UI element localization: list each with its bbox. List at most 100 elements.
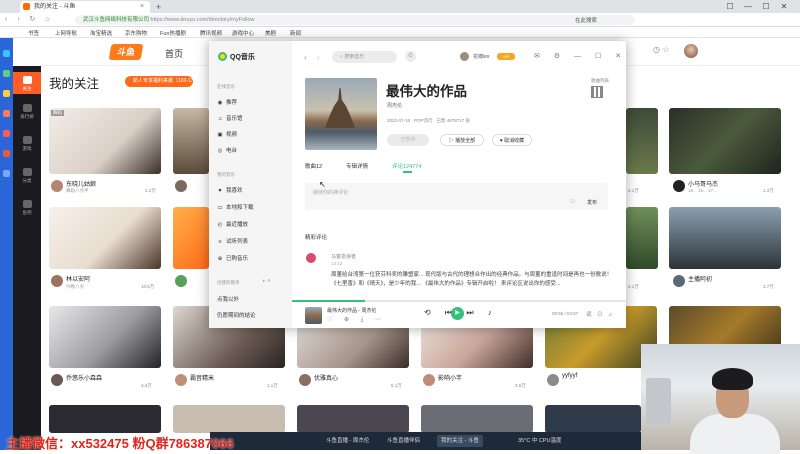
app-side-strip [0,38,13,450]
mouse-cursor-icon: ↖ [319,180,326,189]
url-field[interactable]: 武汉斗鱼网络科技有限公司 https://www.douyu.com/direc… [75,15,635,25]
app-shortcut-icon[interactable] [3,50,10,57]
sidebar-item-ranking[interactable]: 排行榜 [13,104,41,120]
qqmusic-search-input[interactable]: ⌕ 搜索音乐 [332,51,397,63]
app-shortcut-icon[interactable] [3,110,10,117]
bookmark-item[interactable]: 腾讯视频 [200,29,222,37]
sidebar-item-fishbar[interactable]: 鱼吧 [13,200,41,216]
sidebar-item-follow[interactable]: 关注 [13,72,41,94]
sidebar-item-local[interactable]: ▭ 本地和下载 [217,203,253,211]
tab-comments[interactable]: 评论124774 [392,162,421,170]
maximize-button[interactable]: ☐ [758,0,774,13]
taskbar-item[interactable]: 我的关注 - 斗鱼 [437,435,483,447]
now-playing-title[interactable]: 最伟大的作品 - 周杰伦 [327,307,376,314]
douyu-logo[interactable]: 斗鱼 [108,44,144,60]
stream-card[interactable]: 2.1万 [626,108,658,198]
stream-card[interactable] [545,405,641,433]
stream-card[interactable] [49,405,161,433]
stream-card[interactable] [173,207,209,297]
play-pause-button[interactable]: ▶ [451,307,464,320]
playlist-item[interactable]: 点我以外 [217,295,239,303]
album-singer[interactable]: 周杰伦 [387,102,402,109]
promo-banner[interactable]: 新人专享福利来袭（100-1） [125,76,196,87]
qq-window-controls[interactable]: ✉ ⚙ — ☐ ✕ [534,52,627,60]
sidebar-item-recent[interactable]: ◴ 最近播放 [217,220,248,228]
commenter-name[interactable]: 马客逐浪者 [331,253,356,260]
commenter-avatar[interactable] [306,253,316,263]
unfavorite-button[interactable]: ♥ 取消收藏 [492,134,532,146]
sidebar-item-radio[interactable]: ◎ 电台 [217,146,237,154]
sidebar-item-games[interactable]: 游戏 [13,136,41,152]
comment-input[interactable] [305,183,608,210]
sidebar-item-label: 分类 [22,178,32,183]
emoji-icon[interactable]: ☺ [569,198,576,205]
browser-tab[interactable]: 我的关注 - 斗鱼 [20,1,150,13]
sidebar-item-category[interactable]: 分类 [13,168,41,184]
stream-card[interactable] [173,108,209,198]
app-shortcut-icon[interactable] [3,170,10,177]
bookmark-item[interactable]: 书签 [28,29,39,37]
qr-code-icon[interactable] [591,86,603,98]
song-list-button[interactable]: 歌曲列表 [591,78,609,84]
taskbar-item[interactable]: 斗鱼直播伴侣 [383,435,424,447]
publish-button[interactable]: 发布 [587,199,597,206]
bookmark-item[interactable]: 淘宝精选 [90,29,112,37]
tab-album-detail[interactable]: 专辑详情 [346,162,368,170]
sidebar-item-video[interactable]: ▣ 视频 [217,130,237,138]
tab-close-icon[interactable]: × [140,1,144,13]
browser-nav-icons[interactable]: ‹ › ↻ ⌂ [5,15,54,23]
play-button[interactable]: 已暂停 [387,134,429,146]
stream-card[interactable] [421,405,533,433]
forward-icon[interactable]: › [317,53,320,62]
stream-card[interactable]: 乔悠乐小森森 3.3万 [49,306,161,396]
listen-recognize-icon[interactable]: ⊙ [405,51,416,62]
close-window-button[interactable]: ✕ [776,0,792,13]
back-icon[interactable]: ‹ [304,53,307,62]
sidebar-item-liked[interactable]: ♥ 我喜欢 [217,186,242,194]
qq-username[interactable]: 花椒lex [473,53,489,60]
add-playlist-icon[interactable]: + ˄ [262,279,271,285]
streamer-name: 林以安阿 [66,277,91,283]
app-shortcut-icon[interactable] [3,150,10,157]
fish-icon [22,200,32,208]
bookmark-item[interactable]: 京东购物 [125,29,147,37]
page-title: 我的关注 [49,77,100,91]
minimize-button[interactable]: — [740,0,756,13]
sidebar-item-recommend[interactable]: ◉ 推荐 [217,98,237,106]
play-all-button[interactable]: ▷ 播放全部 [440,134,484,146]
lyrics-volume-icons[interactable]: 词 ⊙ ♫ [586,310,614,318]
nav-home-link[interactable]: 首页 [165,47,183,60]
bookmark-item[interactable]: 美剧 [265,29,276,37]
stream-card[interactable] [297,405,409,433]
taskbar [210,432,641,450]
stream-card[interactable]: 主播阿初 3.7万 [669,207,781,297]
sidebar-item-purchased[interactable]: ⊕ 已购音乐 [217,254,248,262]
bookmark-item[interactable]: 游戏中心 [232,29,254,37]
tab-songs[interactable]: 歌曲12 [305,162,322,170]
stream-card[interactable]: 舞蹈 东晓儿姑娘 舞蹈八点半 1.2万 [49,108,161,198]
sidebar-item-trial-list[interactable]: ≡ 试听列表 [217,237,248,245]
vip-badge[interactable]: VIP [497,53,515,60]
browser-search-hint[interactable]: 在此搜索 [575,16,597,24]
song-action-icons[interactable]: ♡ ⊕ ⤓ ⋯ [327,316,386,324]
playlist-item[interactable]: 仍愿期间的结论 [217,311,256,319]
qq-user-avatar[interactable] [460,52,469,61]
now-playing-cover[interactable] [305,307,322,324]
bookmark-item[interactable]: 新闻 [290,29,301,37]
sidebar-section-title: 创建的歌单 [217,280,240,285]
restore-icon[interactable]: ☐ [722,0,738,13]
app-shortcut-icon[interactable] [3,90,10,97]
bookmark-item[interactable]: 上网导航 [55,29,77,37]
new-tab-button[interactable]: + [156,1,161,13]
stream-card[interactable]: 2.1万 [626,207,658,297]
app-shortcut-icon[interactable] [3,130,10,137]
sidebar-item-music-hall[interactable]: ♫ 音乐馆 [217,114,243,122]
taskbar-item[interactable]: 斗鱼直播 - 周杰伦 [322,435,373,447]
stream-card[interactable]: 林以安阿 今晚八点 10.5万 [49,207,161,297]
stream-card[interactable]: 小马哥马杰 15... 16... 17... 1.3万 [669,108,781,198]
app-shortcut-icon[interactable] [3,70,10,77]
stream-card[interactable] [173,405,285,433]
history-icon[interactable]: ◷ ☆ [653,45,669,54]
bookmark-item[interactable]: Fun热播剧 [160,29,186,37]
user-avatar[interactable] [684,44,698,58]
